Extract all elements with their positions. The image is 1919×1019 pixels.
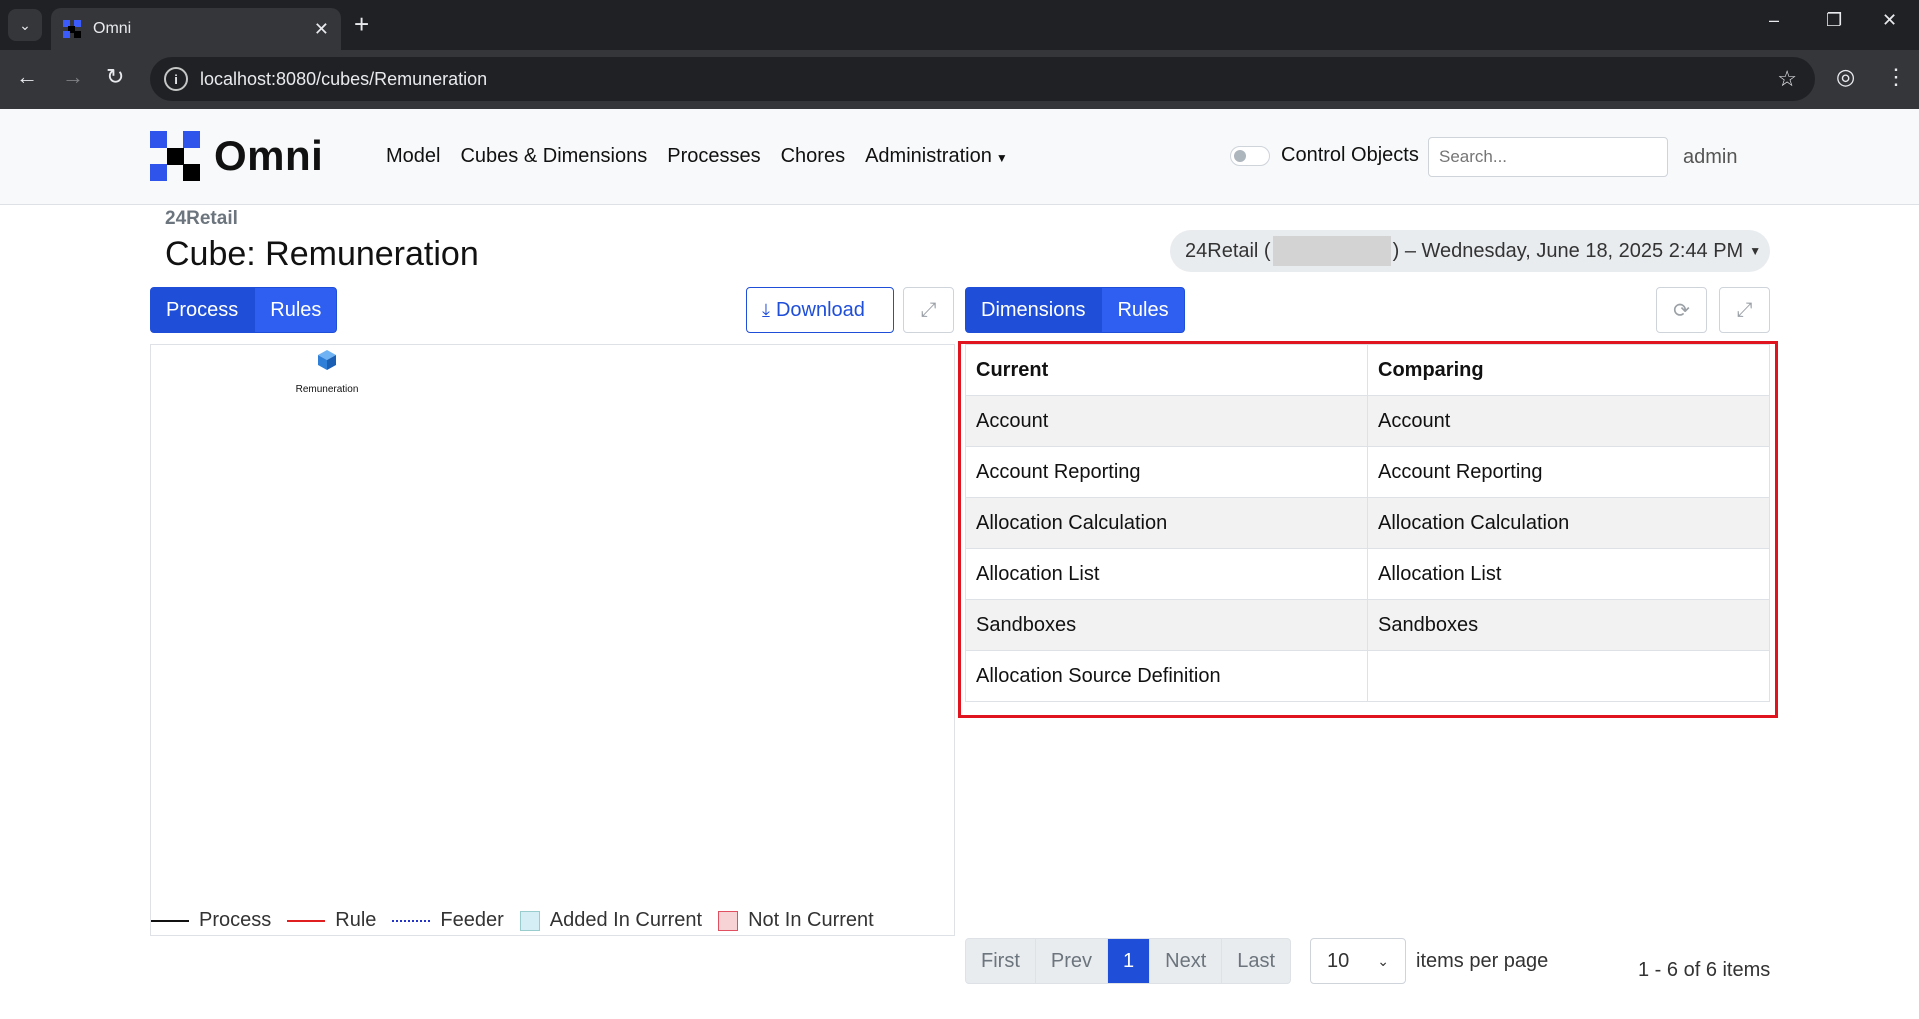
menu-model[interactable]: Model — [386, 145, 440, 168]
compare-prefix: 24Retail ( — [1185, 239, 1271, 262]
legend-rule-line — [287, 919, 326, 922]
bookmark-star-icon[interactable]: ☆ — [1777, 66, 1797, 92]
page-first[interactable]: First — [966, 939, 1036, 983]
legend-not-in-current-label: Not In Current — [748, 909, 874, 931]
new-tab-icon[interactable]: + — [354, 10, 369, 38]
browser-tabstrip: ⌄ Omni ✕ + – ❐ ✕ — [0, 0, 1919, 50]
redacted-block — [1272, 236, 1391, 266]
graph-legend: Process Rule Feeder Added In Current Not… — [151, 909, 890, 932]
items-range-info: 1 - 6 of 6 items — [1638, 959, 1771, 981]
cube-node[interactable]: Remuneration — [277, 349, 377, 395]
reload-icon[interactable]: ↻ — [106, 64, 124, 90]
page-last[interactable]: Last — [1222, 939, 1290, 983]
chevron-down-icon: ⌄ — [1377, 952, 1389, 969]
compare-version-dropdown[interactable]: 24Retail ( ) – Wednesday, June 18, 2025 … — [1170, 230, 1770, 272]
legend-not-in-current: Not In Current — [718, 909, 874, 932]
tab-process[interactable]: Process — [150, 287, 255, 333]
legend-not-in-current-swatch — [718, 910, 739, 931]
legend-added-swatch — [519, 910, 540, 931]
page-prev[interactable]: Prev — [1036, 939, 1109, 983]
chevron-down-icon: ⌄ — [19, 16, 31, 33]
dependency-graph[interactable]: Remuneration Process Rule Feeder Added I… — [150, 344, 955, 936]
legend-process-label: Process — [199, 909, 272, 931]
legend-added-label: Added In Current — [549, 909, 703, 931]
tab-rules-right[interactable]: Rules — [1101, 287, 1185, 333]
menu-administration[interactable]: Administration ▼ — [865, 145, 1008, 168]
legend-rule: Rule — [287, 909, 376, 932]
pagination: First Prev 1 Next Last — [965, 938, 1292, 984]
site-info-icon[interactable]: i — [164, 67, 188, 91]
caret-down-icon: ▼ — [995, 151, 1008, 165]
browser-tab[interactable]: Omni ✕ — [51, 8, 341, 50]
right-tab-group: Dimensions Rules — [965, 287, 1185, 333]
control-objects-toggle[interactable] — [1230, 146, 1270, 166]
menu-administration-label: Administration — [865, 145, 992, 167]
close-icon[interactable]: ✕ — [314, 19, 329, 40]
kebab-menu-icon[interactable]: ⋮ — [1885, 64, 1907, 90]
menu-chores[interactable]: Chores — [781, 145, 845, 168]
profile-icon[interactable]: ◎ — [1836, 64, 1855, 90]
compare-suffix: ) – Wednesday, June 18, 2025 2:44 PM — [1392, 239, 1744, 262]
legend-feeder: Feeder — [392, 909, 504, 932]
brand[interactable]: Omni — [150, 131, 323, 181]
url-text: localhost:8080/cubes/Remuneration — [200, 68, 488, 89]
items-per-page-value: 10 — [1327, 949, 1350, 972]
download-icon: ⤓ — [762, 299, 770, 320]
control-objects-label: Control Objects — [1281, 144, 1419, 166]
left-tab-group: Process Rules — [150, 287, 338, 333]
legend-process: Process — [151, 909, 271, 932]
refresh-icon: ⟳ — [1673, 299, 1690, 322]
download-label: Download — [775, 298, 865, 321]
main-menu: Model Cubes & Dimensions Processes Chore… — [386, 145, 1008, 168]
legend-added: Added In Current — [519, 909, 703, 932]
highlight-annotation-box — [958, 341, 1778, 718]
legend-rule-label: Rule — [335, 909, 377, 931]
minimize-icon[interactable]: – — [1769, 10, 1779, 31]
user-menu[interactable]: admin — [1683, 146, 1737, 169]
caret-down-icon: ▼ — [1749, 244, 1762, 258]
items-per-page-select[interactable]: 10 ⌄ — [1310, 938, 1406, 984]
tab-title: Omni — [93, 20, 132, 37]
cube-node-label: Remuneration — [295, 384, 359, 395]
menu-cubes-dimensions[interactable]: Cubes & Dimensions — [460, 145, 647, 168]
browser-toolbar: ← → ↻ i localhost:8080/cubes/Remuneratio… — [0, 50, 1919, 109]
forward-arrow-icon[interactable]: → — [62, 64, 84, 90]
omni-favicon-icon — [63, 20, 81, 38]
legend-process-line — [151, 919, 189, 922]
back-arrow-icon[interactable]: ← — [16, 64, 38, 90]
legend-feeder-label: Feeder — [440, 909, 504, 931]
menu-processes[interactable]: Processes — [667, 145, 760, 168]
search-input[interactable] — [1428, 137, 1668, 177]
brand-name: Omni — [214, 132, 324, 179]
tab-dimensions[interactable]: Dimensions — [965, 287, 1102, 333]
expand-table-button[interactable]: ⤢ — [1719, 287, 1770, 333]
page-next[interactable]: Next — [1150, 939, 1223, 983]
window-close-icon[interactable]: ✕ — [1882, 10, 1897, 31]
legend-feeder-line — [392, 919, 431, 922]
omni-logo-icon — [150, 131, 200, 181]
cube-icon — [318, 350, 336, 370]
breadcrumb[interactable]: 24Retail — [165, 208, 238, 230]
page-title: Cube: Remuneration — [165, 235, 479, 273]
expand-icon: ⤢ — [920, 298, 937, 321]
expand-graph-button[interactable]: ⤢ — [903, 287, 954, 333]
tab-rules-left[interactable]: Rules — [254, 287, 338, 333]
page-number-current[interactable]: 1 — [1108, 939, 1151, 983]
tab-search-button[interactable]: ⌄ — [8, 9, 42, 41]
address-bar[interactable]: i localhost:8080/cubes/Remuneration ☆ — [150, 57, 1815, 101]
items-per-page-label: items per page — [1416, 950, 1549, 972]
restore-icon[interactable]: ❐ — [1826, 10, 1842, 31]
expand-icon: ⤢ — [1736, 298, 1753, 321]
refresh-button[interactable]: ⟳ — [1656, 287, 1707, 333]
download-button[interactable]: ⤓ Download — [746, 287, 894, 333]
